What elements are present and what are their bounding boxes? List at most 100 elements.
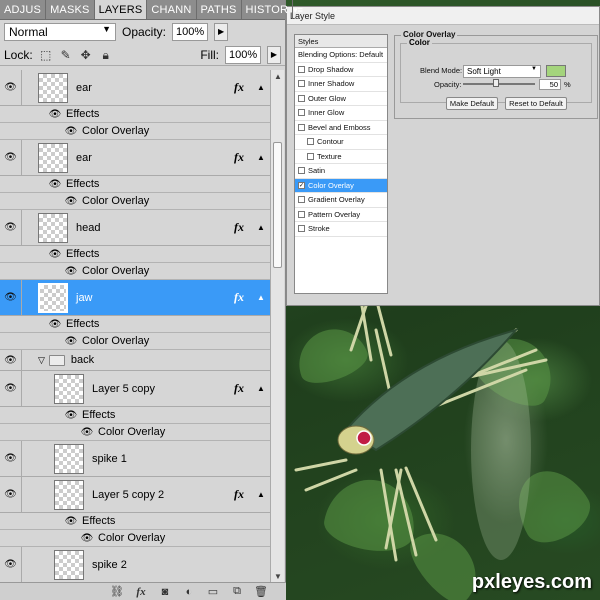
- layer-effects-icon[interactable]: fx: [234, 381, 252, 396]
- layer-effects-icon[interactable]: fx: [234, 290, 252, 305]
- layer-thumbnail[interactable]: [54, 479, 84, 510]
- layer-row[interactable]: 👁︎ jaw fx ▲: [0, 280, 270, 316]
- style-checkbox[interactable]: [298, 94, 305, 102]
- eye-icon[interactable]: 👁︎: [64, 410, 78, 421]
- eye-icon[interactable]: 👁︎: [64, 336, 78, 347]
- style-checkbox[interactable]: [307, 138, 314, 146]
- layer-name[interactable]: spike 1: [92, 453, 270, 465]
- visibility-eye-icon[interactable]: 👁︎: [0, 70, 22, 105]
- eye-icon[interactable]: 👁︎: [64, 126, 78, 137]
- effects-row[interactable]: 👁︎👁︎Effects: [0, 407, 270, 424]
- style-checkbox[interactable]: [298, 65, 305, 73]
- layer-name[interactable]: spike 2: [92, 559, 270, 571]
- layer-thumbnail[interactable]: [38, 282, 68, 313]
- eye-icon[interactable]: 👁︎: [48, 249, 62, 260]
- layer-thumbnail[interactable]: [54, 373, 84, 404]
- overlay-color-swatch[interactable]: [546, 65, 566, 77]
- lock-image-icon[interactable]: ✎: [59, 48, 73, 62]
- add-mask-icon[interactable]: ◙: [158, 586, 172, 598]
- style-item[interactable]: Drop Shadow: [295, 63, 387, 77]
- eye-icon[interactable]: 👁︎: [80, 533, 94, 544]
- trash-icon[interactable]: 🗑︎: [254, 585, 268, 598]
- effect-row[interactable]: 👁︎👁︎Color Overlay: [0, 530, 270, 547]
- style-item[interactable]: Inner Shadow: [295, 77, 387, 92]
- effects-row[interactable]: 👁︎👁︎Effects: [0, 246, 270, 263]
- style-checkbox[interactable]: ✓: [298, 181, 305, 189]
- expand-effects-icon[interactable]: ▲: [252, 293, 270, 302]
- eye-icon[interactable]: 👁︎: [48, 319, 62, 330]
- style-item[interactable]: ✓ Color Overlay: [295, 178, 387, 193]
- style-item[interactable]: Gradient Overlay: [295, 193, 387, 208]
- layer-name[interactable]: ear: [76, 82, 234, 94]
- visibility-eye-icon[interactable]: 👁︎: [0, 441, 22, 476]
- adjustment-layer-icon[interactable]: ◐: [182, 586, 196, 598]
- scroll-up-icon[interactable]: ▲: [271, 70, 285, 84]
- style-item[interactable]: Satin: [295, 164, 387, 179]
- layer-effects-icon[interactable]: fx: [234, 487, 252, 502]
- layer-row[interactable]: 👁︎ spike 1: [0, 441, 270, 477]
- effect-row[interactable]: 👁︎👁︎Color Overlay: [0, 263, 270, 280]
- lock-position-icon[interactable]: ✥: [79, 48, 93, 62]
- style-item[interactable]: Contour: [295, 135, 387, 150]
- group-name[interactable]: back: [71, 354, 94, 366]
- layer-name[interactable]: head: [76, 222, 234, 234]
- effect-row[interactable]: 👁︎👁︎Color Overlay: [0, 333, 270, 350]
- expand-effects-icon[interactable]: ▲: [252, 83, 270, 92]
- layer-effects-icon[interactable]: fx: [234, 80, 252, 95]
- effects-row[interactable]: 👁︎👁︎Effects: [0, 106, 270, 123]
- tab-paths[interactable]: PATHS: [197, 0, 242, 19]
- layer-row[interactable]: 👁︎ Layer 5 copy 2 fx ▲: [0, 477, 270, 513]
- layer-name[interactable]: jaw: [76, 292, 234, 304]
- group-expand-icon[interactable]: ▽: [38, 355, 45, 366]
- layer-effects-icon[interactable]: fx: [234, 150, 252, 165]
- new-layer-icon[interactable]: ⧉: [230, 585, 244, 598]
- style-checkbox[interactable]: [298, 167, 305, 175]
- effect-row[interactable]: 👁︎👁︎Color Overlay: [0, 123, 270, 140]
- effects-row[interactable]: 👁︎👁︎Effects: [0, 513, 270, 530]
- style-item[interactable]: Outer Glow: [295, 92, 387, 106]
- lock-all-icon[interactable]: 🔒︎: [99, 48, 113, 62]
- tab-layers[interactable]: LAYERS: [94, 0, 148, 19]
- visibility-eye-icon[interactable]: 👁︎: [0, 371, 22, 406]
- new-group-icon[interactable]: ▭: [206, 585, 220, 598]
- add-style-icon[interactable]: fx: [134, 586, 148, 598]
- style-checkbox[interactable]: [298, 210, 305, 218]
- style-checkbox[interactable]: [298, 109, 305, 117]
- eye-icon[interactable]: 👁︎: [48, 109, 62, 120]
- eye-icon[interactable]: 👁︎: [64, 516, 78, 527]
- tab-adjus[interactable]: ADJUS: [0, 0, 47, 19]
- opacity-field[interactable]: 100%: [172, 23, 209, 41]
- visibility-eye-icon[interactable]: 👁︎: [0, 350, 22, 370]
- opacity-slider-handle[interactable]: [493, 79, 499, 87]
- panel-menu-icon[interactable]: ▾≡: [293, 0, 303, 19]
- opacity-input[interactable]: 50: [539, 79, 561, 90]
- scrollbar-thumb[interactable]: [273, 142, 282, 268]
- style-item[interactable]: Texture: [295, 150, 387, 164]
- layer-name[interactable]: ear: [76, 152, 234, 164]
- tab-masks[interactable]: MASKS: [46, 0, 95, 19]
- expand-effects-icon[interactable]: ▲: [252, 490, 270, 499]
- reset-default-button[interactable]: Reset to Default: [505, 97, 567, 110]
- layer-thumbnail[interactable]: [38, 142, 68, 173]
- expand-effects-icon[interactable]: ▲: [252, 223, 270, 232]
- style-item[interactable]: Blending Options: Default: [295, 48, 387, 63]
- eye-icon[interactable]: 👁︎: [64, 196, 78, 207]
- link-layers-icon[interactable]: ⛓: [110, 585, 124, 598]
- style-item[interactable]: Bevel and Emboss: [295, 121, 387, 135]
- eye-icon[interactable]: 👁︎: [48, 179, 62, 190]
- layer-thumbnail[interactable]: [38, 72, 68, 103]
- style-item[interactable]: Inner Glow: [295, 106, 387, 121]
- opacity-slider-track[interactable]: [463, 83, 535, 85]
- layer-thumbnail[interactable]: [38, 212, 68, 243]
- layer-name[interactable]: Layer 5 copy: [92, 383, 234, 395]
- layer-row[interactable]: 👁︎ Layer 5 copy fx ▲: [0, 371, 270, 407]
- effect-row[interactable]: 👁︎👁︎Color Overlay: [0, 193, 270, 210]
- style-item[interactable]: Stroke: [295, 222, 387, 237]
- layer-effects-icon[interactable]: fx: [234, 220, 252, 235]
- make-default-button[interactable]: Make Default: [446, 97, 498, 110]
- layer-row[interactable]: 👁︎ spike 2: [0, 547, 270, 583]
- visibility-eye-icon[interactable]: 👁︎: [0, 547, 22, 582]
- layer-row[interactable]: 👁︎ head fx ▲: [0, 210, 270, 246]
- fill-arrow-button[interactable]: ▶: [267, 45, 281, 64]
- lock-transparent-icon[interactable]: ⬚: [39, 48, 53, 62]
